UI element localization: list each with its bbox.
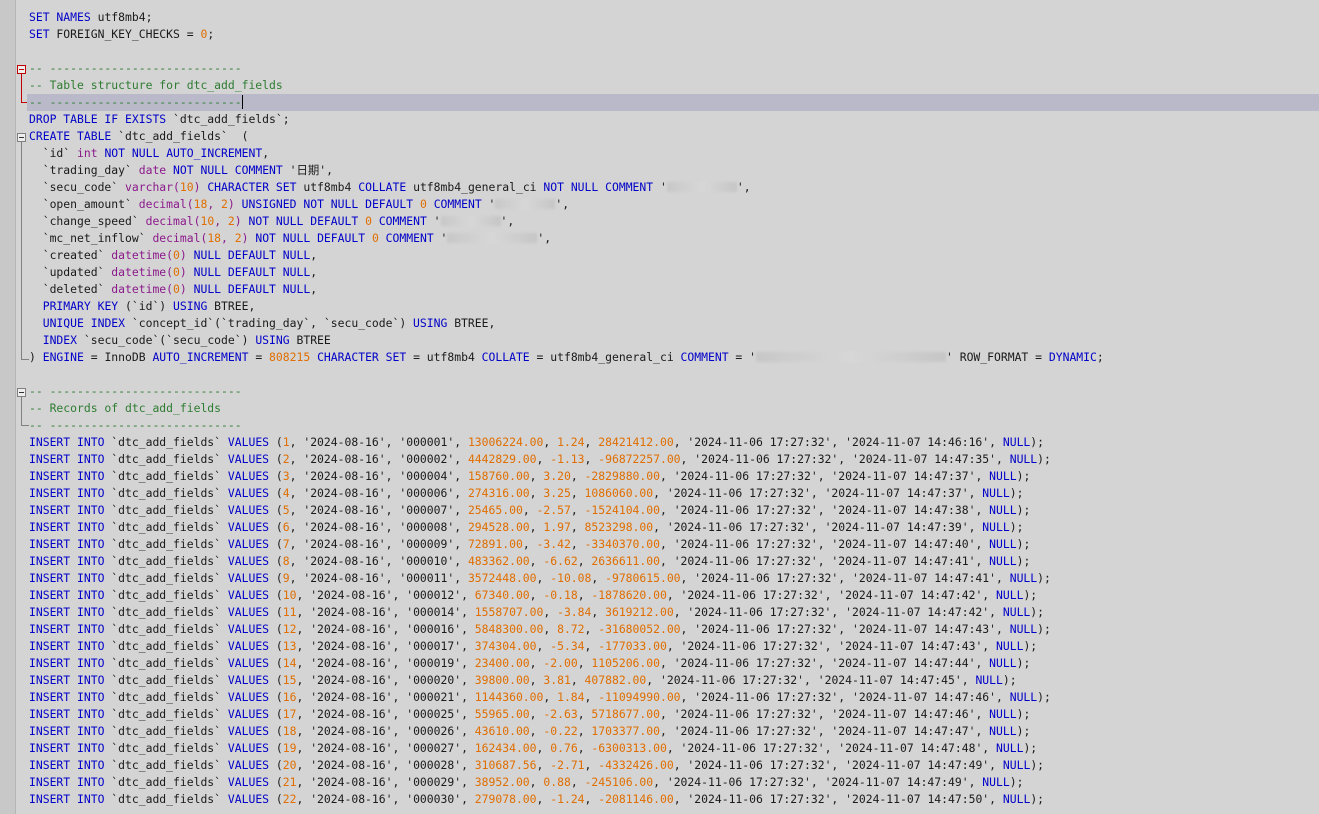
code-line: DROP TABLE IF EXISTS `dtc_add_fields`; bbox=[29, 112, 290, 126]
comment-line: -- Records of dtc_add_fields bbox=[29, 401, 222, 415]
fold-toggle-icon[interactable] bbox=[17, 133, 26, 142]
redacted-text bbox=[447, 233, 538, 243]
redacted-text bbox=[666, 182, 737, 192]
insert-row-line: INSERT INTO `dtc_add_fields` VALUES (2, … bbox=[29, 452, 1051, 466]
column-def-line: `id` int NOT NULL AUTO_INCREMENT, bbox=[29, 146, 270, 160]
code-line: INDEX `secu_code`(`secu_code`) USING BTR… bbox=[42, 333, 331, 347]
column-def-line: `updated` datetime(0) NULL DEFAULT NULL, bbox=[29, 265, 318, 279]
column-def-line: `secu_code` varchar(10) CHARACTER SET ut… bbox=[29, 180, 751, 194]
insert-row-line: INSERT INTO `dtc_add_fields` VALUES (5, … bbox=[29, 503, 1031, 517]
column-def-line: `trading_day` date NOT NULL COMMENT '日期'… bbox=[29, 163, 333, 177]
insert-row-line: INSERT INTO `dtc_add_fields` VALUES (13,… bbox=[29, 639, 1038, 653]
insert-row-line: INSERT INTO `dtc_add_fields` VALUES (1, … bbox=[29, 435, 1045, 449]
insert-row-line: INSERT INTO `dtc_add_fields` VALUES (3, … bbox=[29, 469, 1031, 483]
column-def-line: `open_amount` decimal(18, 2) UNSIGNED NO… bbox=[29, 197, 570, 211]
code-line: SET FOREIGN_KEY_CHECKS = 0; bbox=[29, 27, 215, 41]
redacted-text bbox=[495, 199, 556, 209]
column-def-line: `change_speed` decimal(10, 2) NOT NULL D… bbox=[29, 214, 515, 228]
insert-row-line: INSERT INTO `dtc_add_fields` VALUES (18,… bbox=[29, 724, 1031, 738]
fold-line bbox=[21, 74, 22, 102]
redacted-text bbox=[756, 352, 946, 362]
insert-row-line: INSERT INTO `dtc_add_fields` VALUES (14,… bbox=[29, 656, 1031, 670]
comment-line: -- ---------------------------- bbox=[29, 384, 242, 398]
code-line: SET NAMES utf8mb4; bbox=[29, 10, 153, 24]
line-gutter bbox=[0, 0, 16, 814]
column-def-line: `created` datetime(0) NULL DEFAULT NULL, bbox=[29, 248, 318, 262]
insert-row-line: INSERT INTO `dtc_add_fields` VALUES (12,… bbox=[29, 622, 1051, 636]
insert-row-line: INSERT INTO `dtc_add_fields` VALUES (20,… bbox=[29, 758, 1045, 772]
insert-row-line: INSERT INTO `dtc_add_fields` VALUES (10,… bbox=[29, 588, 1038, 602]
insert-row-line: INSERT INTO `dtc_add_fields` VALUES (21,… bbox=[29, 775, 1024, 789]
insert-row-line: INSERT INTO `dtc_add_fields` VALUES (15,… bbox=[29, 673, 1017, 687]
insert-row-line: INSERT INTO `dtc_add_fields` VALUES (19,… bbox=[29, 741, 1038, 755]
code-line: ) ENGINE = InnoDB AUTO_INCREMENT = 80821… bbox=[29, 350, 1104, 364]
fold-line bbox=[21, 142, 22, 359]
comment-line: -- ---------------------------- bbox=[29, 61, 242, 75]
insert-row-line: INSERT INTO `dtc_add_fields` VALUES (16,… bbox=[29, 690, 1051, 704]
insert-row-line: INSERT INTO `dtc_add_fields` VALUES (7, … bbox=[29, 537, 1031, 551]
sql-editor[interactable]: SET NAMES utf8mb4; SET FOREIGN_KEY_CHECK… bbox=[0, 0, 1319, 814]
column-def-line: `mc_net_inflow` decimal(18, 2) NOT NULL … bbox=[29, 231, 552, 245]
insert-row-line: INSERT INTO `dtc_add_fields` VALUES (4, … bbox=[29, 486, 1024, 500]
code-line: CREATE TABLE `dtc_add_fields` ( bbox=[29, 129, 249, 143]
column-def-line: `deleted` datetime(0) NULL DEFAULT NULL, bbox=[29, 282, 318, 296]
insert-row-line: INSERT INTO `dtc_add_fields` VALUES (17,… bbox=[29, 707, 1031, 721]
fold-toggle-icon[interactable] bbox=[17, 65, 26, 74]
insert-row-line: INSERT INTO `dtc_add_fields` VALUES (6, … bbox=[29, 520, 1024, 534]
current-line: -- ---------------------------- bbox=[27, 94, 1319, 111]
insert-row-line: INSERT INTO `dtc_add_fields` VALUES (11,… bbox=[29, 605, 1045, 619]
insert-row-line: INSERT INTO `dtc_add_fields` VALUES (8, … bbox=[29, 554, 1031, 568]
insert-row-line: INSERT INTO `dtc_add_fields` VALUES (9, … bbox=[29, 571, 1051, 585]
fold-line bbox=[21, 397, 22, 425]
comment-line: -- ---------------------------- bbox=[29, 418, 242, 432]
code-line: PRIMARY KEY (`id`) USING BTREE, bbox=[42, 299, 256, 313]
insert-row-line: INSERT INTO `dtc_add_fields` VALUES (22,… bbox=[29, 792, 1045, 806]
fold-margin bbox=[15, 0, 29, 814]
code-area[interactable]: SET NAMES utf8mb4; SET FOREIGN_KEY_CHECK… bbox=[27, 9, 1319, 808]
fold-end bbox=[21, 425, 29, 426]
fold-end bbox=[21, 359, 29, 360]
redacted-text bbox=[440, 216, 501, 226]
comment-line: -- Table structure for dtc_add_fields bbox=[29, 78, 283, 92]
code-line: UNIQUE INDEX `concept_id`(`trading_day`,… bbox=[42, 316, 496, 330]
text-caret bbox=[241, 95, 243, 109]
fold-toggle-icon[interactable] bbox=[17, 388, 26, 397]
